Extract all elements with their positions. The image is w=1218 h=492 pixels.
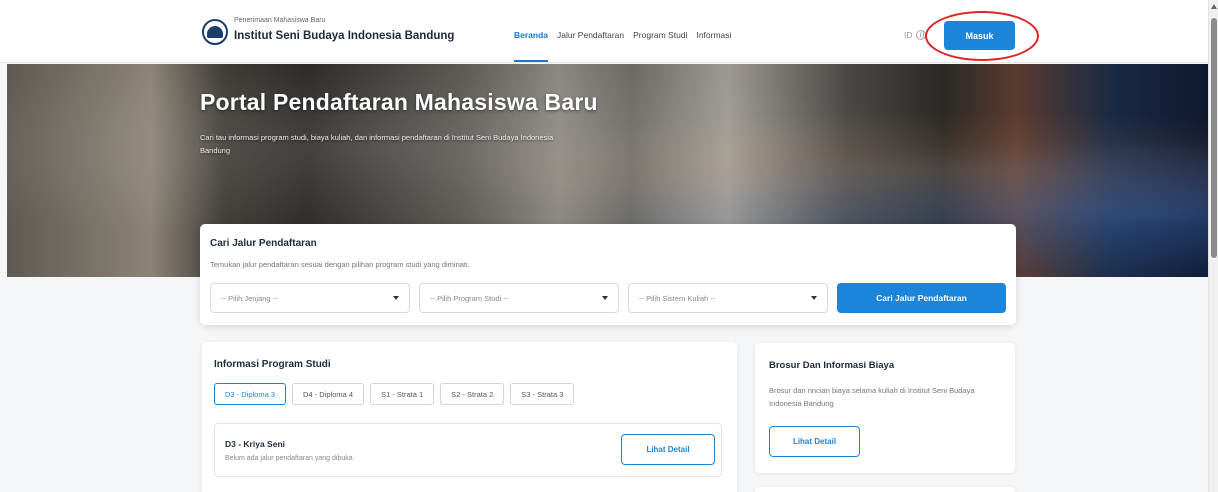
hero-description: Cari tau informasi program studi, biaya … xyxy=(200,133,554,155)
tab-d4[interactable]: D4 - Diploma 4 xyxy=(292,383,365,405)
nav-item-informasi[interactable]: Informasi xyxy=(696,30,731,40)
program-info-title: Informasi Program Studi xyxy=(214,359,331,370)
chevron-down-icon xyxy=(811,296,817,300)
program-select-value: -- Pilih Program Studi -- xyxy=(430,293,509,303)
list-item: D3 - Kriya Seni Belum ada jalur pendafta… xyxy=(214,423,722,477)
brand-subtitle: Penerimaan Mahasiswa Baru xyxy=(234,17,326,24)
nav-item-program-studi[interactable]: Program Studi xyxy=(633,30,687,40)
program-info-card: Informasi Program Studi D3 - Diploma 3 D… xyxy=(202,342,737,492)
brochure-card: Brosur Dan Informasi Biaya Brosur dan ri… xyxy=(755,343,1015,473)
program-detail-button[interactable]: Lihat Detail xyxy=(621,434,715,465)
nav-item-jalur-pendaftaran[interactable]: Jalur Pendaftaran xyxy=(557,30,624,40)
brochure-title: Brosur Dan Informasi Biaya xyxy=(769,360,895,371)
chevron-down-icon xyxy=(393,296,399,300)
level-select-value: -- Pilih Jenjang -- xyxy=(221,293,278,303)
hero-title: Portal Pendaftaran Mahasiswa Baru xyxy=(200,89,598,115)
system-select-value: -- Pilih Sistem Kuliah -- xyxy=(639,293,716,303)
language-label: ID xyxy=(904,30,913,40)
system-select[interactable]: -- Pilih Sistem Kuliah -- xyxy=(628,283,828,313)
globe-icon xyxy=(915,30,926,40)
main-nav: Beranda Jalur Pendaftaran Program Studi … xyxy=(514,30,731,62)
search-subtitle: Temukan jalur pendaftaran sesuai dengan … xyxy=(210,260,470,269)
brand-title[interactable]: Institut Seni Budaya Indonesia Bandung xyxy=(234,30,454,42)
level-select[interactable]: -- Pilih Jenjang -- xyxy=(210,283,410,313)
brochure-detail-button[interactable]: Lihat Detail xyxy=(769,426,860,457)
tab-s3[interactable]: S3 - Strata 3 xyxy=(510,383,575,405)
program-select[interactable]: -- Pilih Program Studi -- xyxy=(419,283,619,313)
program-name: D3 - Kriya Seni xyxy=(225,439,285,449)
institution-logo-icon[interactable] xyxy=(202,19,228,45)
search-card: Cari Jalur Pendaftaran Temukan jalur pen… xyxy=(200,224,1016,325)
page: Penerimaan Mahasiswa Baru Institut Seni … xyxy=(0,0,1218,492)
page-scrollbar[interactable] xyxy=(1208,0,1218,492)
program-level-tabs: D3 - Diploma 3 D4 - Diploma 4 S1 - Strat… xyxy=(214,383,575,405)
tab-s1[interactable]: S1 - Strata 1 xyxy=(370,383,435,405)
next-card xyxy=(755,487,1015,492)
nav-item-beranda[interactable]: Beranda xyxy=(514,30,549,62)
search-button[interactable]: Cari Jalur Pendaftaran xyxy=(837,283,1006,313)
login-button[interactable]: Masuk xyxy=(944,21,1015,50)
chevron-down-icon xyxy=(602,296,608,300)
scrollbar-thumb[interactable] xyxy=(1211,18,1217,258)
tab-s2[interactable]: S2 - Strata 2 xyxy=(440,383,505,405)
tab-d3[interactable]: D3 - Diploma 3 xyxy=(214,383,287,405)
program-status: Belum ada jalur pendaftaran yang dibuka xyxy=(225,455,353,462)
brochure-description: Brosur dan rincian biaya selama kuliah d… xyxy=(769,386,975,408)
language-switcher[interactable]: ID xyxy=(904,30,926,40)
site-header: Penerimaan Mahasiswa Baru Institut Seni … xyxy=(0,0,1208,63)
scroll-up-arrow-icon[interactable] xyxy=(1211,4,1217,9)
search-title: Cari Jalur Pendaftaran xyxy=(210,238,317,249)
